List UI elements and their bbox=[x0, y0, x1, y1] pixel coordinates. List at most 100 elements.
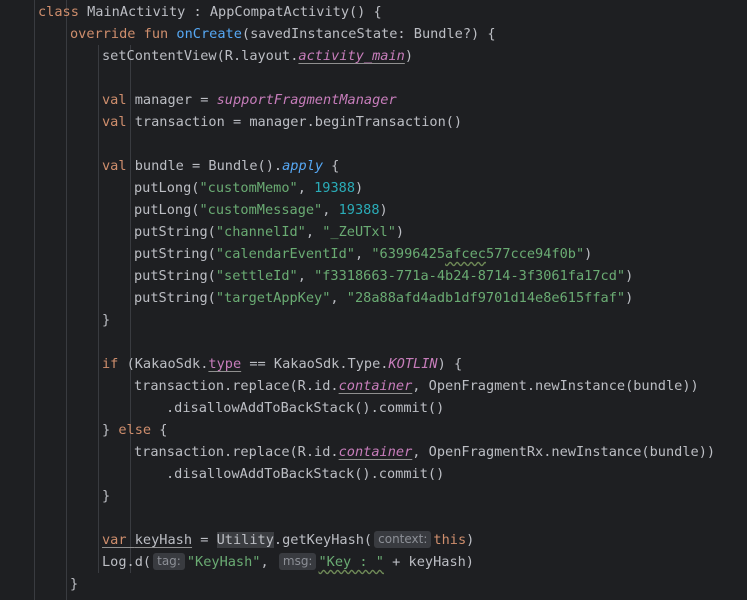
code-token: val bbox=[102, 158, 135, 174]
code-token: ) bbox=[395, 224, 405, 240]
code-token: , bbox=[354, 246, 372, 262]
code-token: .getKeyHash( bbox=[273, 532, 373, 548]
code-token: , OpenFragmentRx.newInstance(bundle)) bbox=[412, 444, 716, 460]
code-token: putString( bbox=[134, 246, 216, 262]
code-token: "channelId" bbox=[215, 224, 306, 240]
code-line[interactable]: if (KakaoSdk.type == KakaoSdk.Type.KOTLI… bbox=[102, 353, 462, 375]
code-token: setContentView(R.layout. bbox=[102, 48, 299, 64]
code-token: (KakaoSdk. bbox=[126, 356, 209, 372]
code-token: bundle = Bundle(). bbox=[134, 158, 283, 174]
code-line[interactable]: } else { bbox=[102, 419, 167, 441]
code-token: putString( bbox=[134, 224, 216, 240]
code-editor[interactable]: class MainActivity : AppCompatActivity()… bbox=[0, 0, 747, 600]
code-token: "KeyHash" bbox=[186, 554, 261, 570]
code-line[interactable]: putString("calendarEventId", "63996425af… bbox=[134, 243, 592, 265]
code-token: transaction.replace(R.id. bbox=[134, 378, 339, 394]
code-line[interactable]: putLong("customMemo", 19388) bbox=[134, 177, 363, 199]
code-token: ) bbox=[466, 532, 475, 548]
code-token: ) bbox=[625, 268, 634, 284]
code-token: else bbox=[118, 422, 160, 438]
code-line[interactable]: val manager = supportFragmentManager bbox=[102, 89, 397, 111]
code-token: ) bbox=[584, 246, 593, 262]
code-token: } bbox=[70, 576, 79, 592]
code-token: } bbox=[102, 422, 119, 438]
code-line[interactable]: putString("targetAppKey", "28a88afd4adb1… bbox=[134, 287, 633, 309]
code-token: "targetAppKey" bbox=[215, 290, 331, 306]
code-line[interactable]: override fun onCreate(savedInstanceState… bbox=[70, 23, 496, 45]
code-line[interactable]: } bbox=[70, 573, 78, 595]
code-token: keyHash bbox=[134, 532, 193, 548]
code-token: manager = bbox=[134, 92, 217, 108]
code-line[interactable]: var keyHash = Utility.getKeyHash(context… bbox=[102, 529, 474, 551]
code-line[interactable]: val bundle = Bundle().apply { bbox=[102, 155, 339, 177]
code-token: putLong( bbox=[134, 202, 200, 218]
code-line[interactable]: } bbox=[102, 485, 110, 507]
code-token: } bbox=[102, 312, 111, 328]
code-token: 577cce94f0b" bbox=[485, 246, 585, 262]
code-line[interactable]: class MainActivity : AppCompatActivity()… bbox=[38, 1, 382, 23]
code-token: afcec bbox=[445, 246, 486, 262]
code-token: Log.d( bbox=[102, 554, 152, 570]
code-token: type bbox=[208, 356, 242, 372]
code-token: onCreate bbox=[176, 26, 242, 42]
code-token: == KakaoSdk.Type. bbox=[241, 356, 389, 372]
code-token: ) bbox=[404, 48, 414, 64]
code-token: ) bbox=[379, 202, 388, 218]
code-token: 19388 bbox=[338, 202, 380, 218]
code-token: class bbox=[38, 4, 88, 20]
code-token: putString( bbox=[134, 268, 216, 284]
code-token: ) { bbox=[437, 356, 463, 372]
code-line[interactable]: setContentView(R.layout.activity_main) bbox=[102, 45, 413, 67]
code-token: ) bbox=[625, 290, 634, 306]
code-token: , bbox=[260, 554, 277, 570]
code-line[interactable]: transaction.replace(R.id.container, Open… bbox=[134, 441, 715, 463]
code-token: val bbox=[102, 114, 135, 130]
code-token: "customMemo" bbox=[199, 180, 298, 196]
code-token: "customMessage" bbox=[199, 202, 323, 218]
code-token: , bbox=[305, 224, 323, 240]
code-token: , bbox=[322, 202, 339, 218]
code-token: + keyHash) bbox=[383, 554, 474, 570]
code-line[interactable]: .disallowAddToBackStack().commit() bbox=[166, 463, 444, 485]
code-token: apply bbox=[282, 158, 323, 174]
code-token: transaction.replace(R.id. bbox=[134, 444, 339, 460]
code-token: var bbox=[102, 532, 135, 548]
code-token: , OpenFragment.newInstance(bundle)) bbox=[412, 378, 699, 394]
code-token: "_ZeUTxl" bbox=[322, 224, 396, 240]
code-token: this bbox=[433, 532, 467, 548]
code-token: "calendarEventId" bbox=[215, 246, 355, 262]
code-token: { bbox=[323, 158, 340, 174]
code-token: transaction = manager.beginTransaction() bbox=[134, 114, 463, 130]
code-line[interactable]: .disallowAddToBackStack().commit() bbox=[166, 397, 444, 419]
code-token: Utility bbox=[216, 532, 274, 548]
code-token: if bbox=[102, 356, 127, 372]
code-token: val bbox=[102, 92, 135, 108]
code-token: = bbox=[192, 532, 217, 548]
code-line[interactable]: putString("settleId", "f3318663-771a-4b2… bbox=[134, 265, 633, 287]
code-line[interactable]: val transaction = manager.beginTransacti… bbox=[102, 111, 462, 133]
code-line[interactable]: } bbox=[102, 309, 110, 331]
code-token: putLong( bbox=[134, 180, 200, 196]
code-token: supportFragmentManager bbox=[216, 92, 397, 108]
parameter-hint: tag: bbox=[153, 553, 185, 570]
indent-guide bbox=[66, 0, 67, 600]
code-line[interactable]: putLong("customMessage", 19388) bbox=[134, 199, 388, 221]
code-line[interactable]: Log.d(tag: "KeyHash", msg: "Key : " + keyH… bbox=[102, 551, 474, 573]
indent-guide bbox=[98, 45, 99, 573]
code-token: , bbox=[330, 290, 347, 306]
parameter-hint: context: bbox=[374, 531, 432, 548]
code-token: KOTLIN bbox=[388, 356, 438, 372]
indent-guide bbox=[34, 0, 35, 600]
code-token: , bbox=[297, 268, 315, 284]
code-token: container bbox=[338, 378, 413, 394]
code-token: putString( bbox=[134, 290, 216, 306]
code-token: "f3318663-771a-4b24-8714-3f3061fa17cd" bbox=[314, 268, 626, 284]
code-token: .disallowAddToBackStack().commit() bbox=[166, 400, 445, 416]
code-token: "63996425 bbox=[371, 246, 446, 262]
code-token: MainActivity : AppCompatActivity() { bbox=[87, 4, 382, 20]
code-token: "28a88afd4adb1df9701d14e8e615ffaf" bbox=[346, 290, 626, 306]
code-line[interactable]: putString("channelId", "_ZeUTxl") bbox=[134, 221, 404, 243]
code-token: activity_main bbox=[298, 48, 405, 64]
code-line[interactable]: transaction.replace(R.id.container, Open… bbox=[134, 375, 699, 397]
code-token: .disallowAddToBackStack().commit() bbox=[166, 466, 445, 482]
